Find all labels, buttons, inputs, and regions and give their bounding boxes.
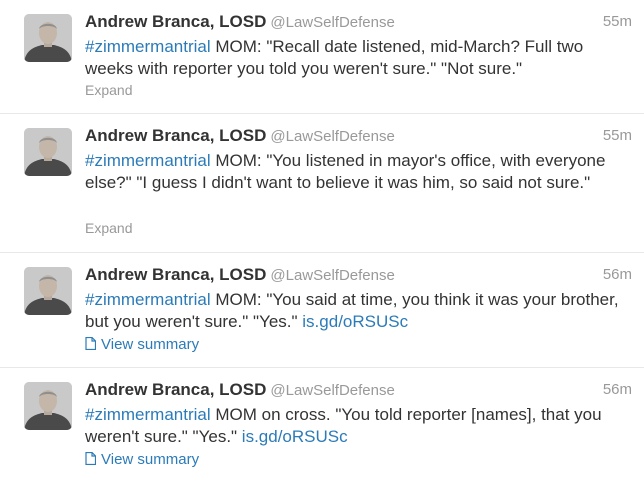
view-summary-link[interactable]: View summary (85, 451, 199, 468)
tweet-text: #zimmermantrial MOM: "You listened in ma… (85, 150, 625, 194)
view-summary-link[interactable]: View summary (85, 336, 199, 353)
avatar[interactable] (24, 382, 72, 430)
tweet-header: Andrew Branca, LOSD @LawSelfDefense (85, 12, 395, 32)
tweet-text: #zimmermantrial MOM on cross. "You told … (85, 404, 625, 448)
author-username[interactable]: @LawSelfDefense (270, 267, 394, 284)
timestamp[interactable]: 56m (603, 381, 632, 398)
tweet-item[interactable]: Andrew Branca, LOSD @LawSelfDefense 56m #… (0, 253, 644, 368)
tweet-header: Andrew Branca, LOSD @LawSelfDefense (85, 380, 395, 400)
timestamp[interactable]: 55m (603, 13, 632, 30)
document-icon (85, 336, 97, 351)
avatar-image (24, 267, 72, 315)
author-username[interactable]: @LawSelfDefense (270, 128, 394, 145)
avatar-image (24, 14, 72, 62)
avatar-image (24, 382, 72, 430)
expand-link[interactable]: Expand (85, 220, 132, 236)
avatar-image (24, 128, 72, 176)
timestamp[interactable]: 56m (603, 266, 632, 283)
avatar[interactable] (24, 14, 72, 62)
avatar[interactable] (24, 267, 72, 315)
author-username[interactable]: @LawSelfDefense (270, 382, 394, 399)
hashtag-link[interactable]: #zimmermantrial (85, 151, 211, 170)
hashtag-link[interactable]: #zimmermantrial (85, 405, 211, 424)
avatar[interactable] (24, 128, 72, 176)
tweet-item[interactable]: Andrew Branca, LOSD @LawSelfDefense 55m #… (0, 114, 644, 253)
author-name[interactable]: Andrew Branca, LOSD (85, 265, 266, 284)
tweet-header: Andrew Branca, LOSD @LawSelfDefense (85, 126, 395, 146)
view-summary-label: View summary (101, 451, 200, 468)
tweet-header: Andrew Branca, LOSD @LawSelfDefense (85, 265, 395, 285)
view-summary-label: View summary (101, 336, 200, 353)
author-name[interactable]: Andrew Branca, LOSD (85, 380, 266, 399)
author-name[interactable]: Andrew Branca, LOSD (85, 126, 266, 145)
hashtag-link[interactable]: #zimmermantrial (85, 290, 211, 309)
short-url-link[interactable]: is.gd/oRSUSc (242, 427, 348, 446)
hashtag-link[interactable]: #zimmermantrial (85, 37, 211, 56)
timestamp[interactable]: 55m (603, 127, 632, 144)
document-icon (85, 451, 97, 466)
tweet-item[interactable]: Andrew Branca, LOSD @LawSelfDefense 55m #… (0, 0, 644, 114)
tweet-text: #zimmermantrial MOM: "Recall date listen… (85, 36, 625, 80)
tweet-text: #zimmermantrial MOM: "You said at time, … (85, 289, 625, 333)
author-name[interactable]: Andrew Branca, LOSD (85, 12, 266, 31)
author-username[interactable]: @LawSelfDefense (270, 14, 394, 31)
tweet-item[interactable]: Andrew Branca, LOSD @LawSelfDefense 56m #… (0, 368, 644, 486)
expand-link[interactable]: Expand (85, 82, 132, 98)
short-url-link[interactable]: is.gd/oRSUSc (302, 312, 408, 331)
